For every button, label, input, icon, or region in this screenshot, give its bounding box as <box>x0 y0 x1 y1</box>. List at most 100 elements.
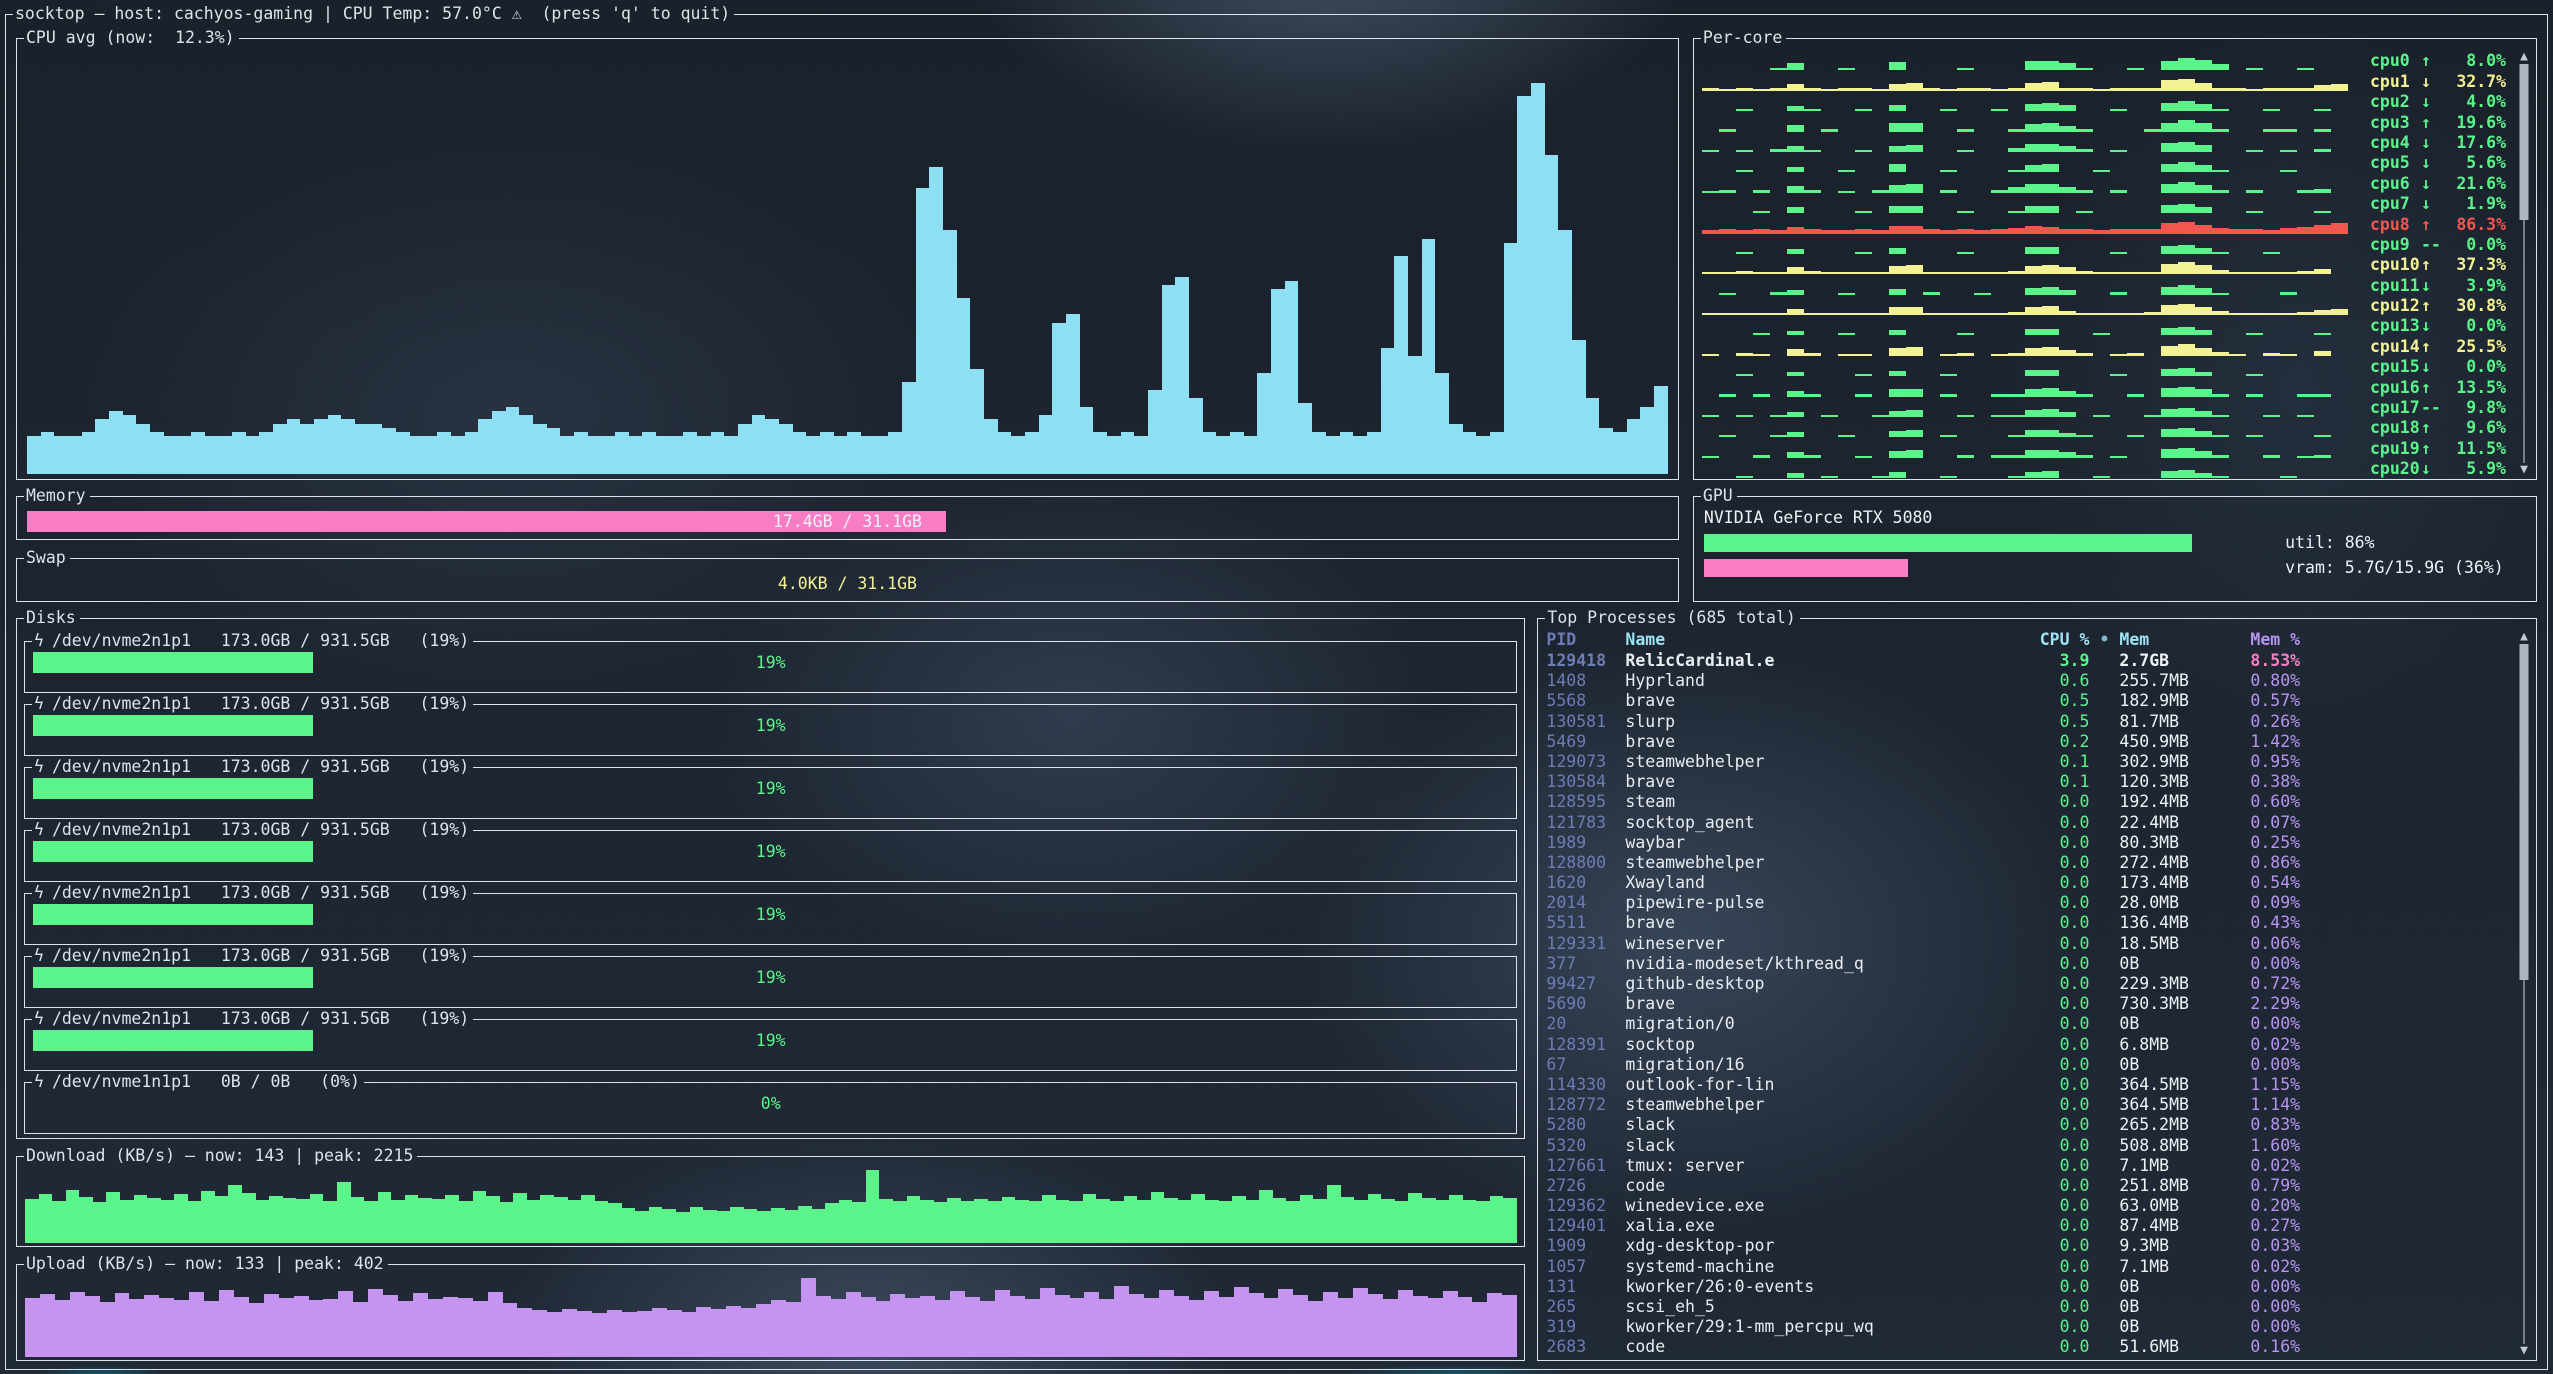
core-row-cpu5: cpu5↓5.6% <box>1702 153 2506 173</box>
process-mem: 364.5MB <box>2119 1095 2250 1115</box>
core-name: cpu8 <box>2370 215 2421 235</box>
process-row[interactable]: 128595steam0.0192.4MB0.60% <box>1546 792 2512 812</box>
cpu-avg-title: CPU avg (now: 12.3%) <box>24 28 239 48</box>
core-label: cpu11↓3.9% <box>2370 276 2506 296</box>
gpu-name: NVIDIA GeForce RTX 5080 <box>1704 508 2526 528</box>
process-row[interactable]: 128391socktop0.06.8MB0.02% <box>1546 1035 2512 1055</box>
process-memp: 0.57% <box>2250 691 2380 711</box>
col-header-cpu[interactable]: CPU % <box>2025 630 2089 650</box>
process-cpu: 0.0 <box>2025 1236 2089 1256</box>
process-row[interactable]: 2683code0.051.6MB0.16% <box>1546 1337 2512 1357</box>
disk-item: ϟ/dev/nvme1n1p1 0B / 0B (0%)0% <box>24 1072 1517 1134</box>
core-row-cpu18: cpu18↑9.6% <box>1702 418 2506 438</box>
process-row[interactable]: 2014pipewire-pulse0.028.0MB0.09% <box>1546 893 2512 913</box>
core-label: cpu6↓21.6% <box>2370 174 2506 194</box>
disk-usage-gauge: 19% <box>33 904 1508 925</box>
process-name: brave <box>1625 732 2025 752</box>
core-name: cpu2 <box>2370 92 2421 112</box>
process-row[interactable]: 5280slack0.0265.2MB0.83% <box>1546 1115 2512 1135</box>
scrollbar-thumb[interactable] <box>2520 64 2529 220</box>
core-sparkline <box>1702 195 2370 214</box>
process-pid: 129073 <box>1546 752 1625 772</box>
core-label: cpu7↓1.9% <box>2370 194 2506 214</box>
process-cpu: 0.1 <box>2025 772 2089 792</box>
process-row[interactable]: 130581slurp0.581.7MB0.26% <box>1546 712 2512 732</box>
process-row[interactable]: 1620Xwayland0.0173.4MB0.54% <box>1546 873 2512 893</box>
process-row[interactable]: 99427github-desktop0.0229.3MB0.72% <box>1546 974 2512 994</box>
core-sparkline <box>1702 93 2370 112</box>
process-row[interactable]: 1408Hyprland0.6255.7MB0.80% <box>1546 671 2512 691</box>
core-row-cpu2: cpu2↓4.0% <box>1702 92 2506 112</box>
process-row[interactable]: 129073steamwebhelper0.1302.9MB0.95% <box>1546 752 2512 772</box>
disk-usage-label: 19% <box>33 904 1508 925</box>
col-header-dot[interactable]: • <box>2089 630 2119 650</box>
process-row[interactable]: 2726code0.0251.8MB0.79% <box>1546 1176 2512 1196</box>
process-row[interactable]: 67migration/160.00B0.00% <box>1546 1055 2512 1075</box>
process-row[interactable]: 1057systemd-machine0.07.1MB0.02% <box>1546 1257 2512 1277</box>
scroll-up-icon[interactable]: ▲ <box>2520 50 2528 64</box>
process-row[interactable]: 1989waybar0.080.3MB0.25% <box>1546 833 2512 853</box>
process-row[interactable]: 319kworker/29:1-mm_percpu_wq0.00B0.00% <box>1546 1317 2512 1337</box>
process-row[interactable]: 1909xdg-desktop-por0.09.3MB0.03% <box>1546 1236 2512 1256</box>
gpu-util-label: util: 86% <box>2285 533 2374 553</box>
process-pid: 99427 <box>1546 974 1625 994</box>
scroll-up-icon[interactable]: ▲ <box>2520 630 2528 644</box>
process-row[interactable]: 128772steamwebhelper0.0364.5MB1.14% <box>1546 1095 2512 1115</box>
scrollbar-thumb[interactable] <box>2520 644 2529 980</box>
disk-io-icon: ϟ <box>34 1009 44 1028</box>
process-row[interactable]: 5568brave0.5182.9MB0.57% <box>1546 691 2512 711</box>
core-sparkline <box>1702 358 2370 377</box>
process-row[interactable]: 129331wineserver0.018.5MB0.06% <box>1546 934 2512 954</box>
core-label: cpu14↑25.5% <box>2370 337 2506 357</box>
process-row[interactable]: 377nvidia-modeset/kthread_q0.00B0.00% <box>1546 954 2512 974</box>
core-pct: 9.6% <box>2443 418 2506 438</box>
core-arrow: ↓ <box>2421 194 2443 214</box>
scroll-down-icon[interactable]: ▼ <box>2520 1344 2528 1358</box>
process-row[interactable]: 5690brave0.0730.3MB2.29% <box>1546 994 2512 1014</box>
process-name: code <box>1625 1337 2025 1357</box>
scroll-down-icon[interactable]: ▼ <box>2520 463 2528 477</box>
process-cpu: 0.0 <box>2025 833 2089 853</box>
core-pct: 8.0% <box>2443 51 2506 71</box>
process-row[interactable]: 129362winedevice.exe0.063.0MB0.20% <box>1546 1196 2512 1216</box>
swap-gauge: 4.0KB / 31.1GB <box>27 573 1668 594</box>
process-row[interactable]: 128800steamwebhelper0.0272.4MB0.86% <box>1546 853 2512 873</box>
processes-scrollbar[interactable]: ▲ ▼ <box>2516 630 2532 1358</box>
process-mem: 2.7GB <box>2119 651 2250 671</box>
process-row[interactable]: 127661tmux: server0.07.1MB0.02% <box>1546 1156 2512 1176</box>
disk-io-icon: ϟ <box>34 757 44 776</box>
process-row[interactable]: 265scsi_eh_50.00B0.00% <box>1546 1297 2512 1317</box>
disk-usage-gauge: 19% <box>33 652 1508 673</box>
process-memp: 0.00% <box>2250 1297 2380 1317</box>
process-row[interactable]: 129418RelicCardinal.e3.92.7GB8.53% <box>1546 651 2512 671</box>
process-mem: 450.9MB <box>2119 732 2250 752</box>
process-memp: 0.80% <box>2250 671 2380 691</box>
process-row[interactable]: 121783socktop_agent0.022.4MB0.07% <box>1546 813 2512 833</box>
process-row[interactable]: 5469brave0.2450.9MB1.42% <box>1546 732 2512 752</box>
process-row[interactable]: 5320slack0.0508.8MB1.60% <box>1546 1136 2512 1156</box>
core-label: cpu13↓0.0% <box>2370 316 2506 336</box>
process-cpu: 0.0 <box>2025 1156 2089 1176</box>
col-header-mem: Mem <box>2119 630 2250 650</box>
process-cpu: 0.1 <box>2025 752 2089 772</box>
memory-title: Memory <box>24 486 90 506</box>
core-name: cpu5 <box>2370 153 2421 173</box>
core-sparkline <box>1702 175 2370 194</box>
process-cpu: 0.0 <box>2025 1115 2089 1135</box>
process-mem: 9.3MB <box>2119 1236 2250 1256</box>
process-row[interactable]: 129401xalia.exe0.087.4MB0.27% <box>1546 1216 2512 1236</box>
process-row[interactable]: 114330outlook-for-lin0.0364.5MB1.15% <box>1546 1075 2512 1095</box>
process-row[interactable]: 131kworker/26:0-events0.00B0.00% <box>1546 1277 2512 1297</box>
process-pid: 131 <box>1546 1277 1625 1297</box>
swap-title: Swap <box>24 548 70 568</box>
process-name: tmux: server <box>1625 1156 2025 1176</box>
process-row[interactable]: 130584brave0.1120.3MB0.38% <box>1546 772 2512 792</box>
disk-label: ϟ/dev/nvme2n1p1 173.0GB / 931.5GB (19%) <box>32 757 473 777</box>
process-row[interactable]: 5511brave0.0136.4MB0.43% <box>1546 913 2512 933</box>
process-row[interactable]: 20migration/00.00B0.00% <box>1546 1014 2512 1034</box>
disk-io-icon: ϟ <box>34 1072 44 1091</box>
core-sparkline <box>1702 52 2370 71</box>
core-arrow: ↓ <box>2421 92 2443 112</box>
percore-scrollbar[interactable]: ▲ ▼ <box>2516 50 2532 477</box>
process-cpu: 0.0 <box>2025 1196 2089 1216</box>
